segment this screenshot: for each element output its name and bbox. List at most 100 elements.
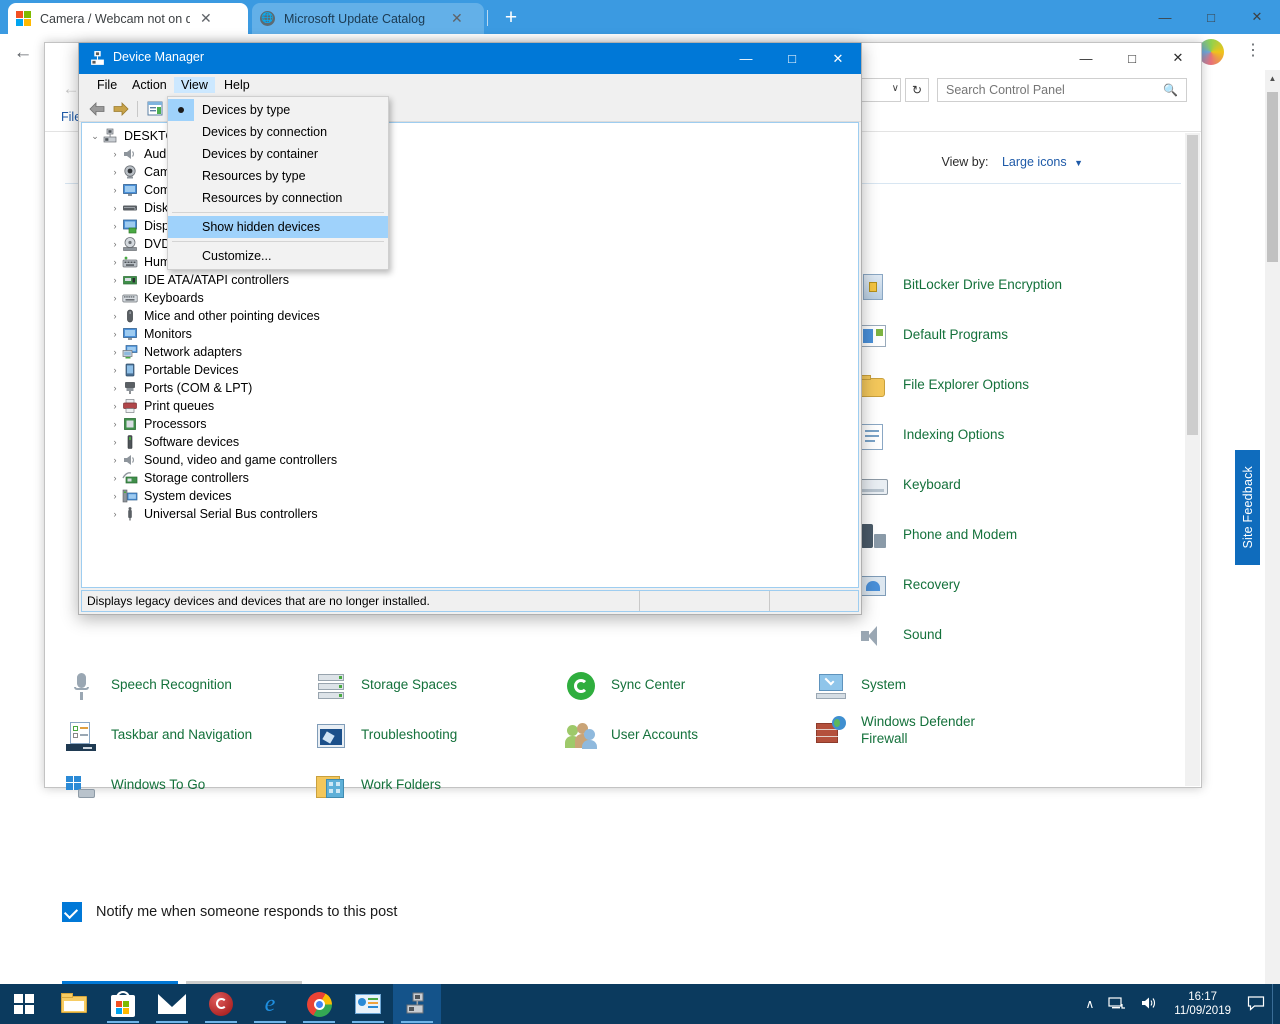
view-menu-item-devices-by-connection[interactable]: Devices by connection — [168, 121, 388, 143]
network-tray-icon[interactable] — [1108, 995, 1126, 1014]
scroll-up-icon[interactable]: ▲ — [1265, 70, 1280, 87]
scrollbar-thumb[interactable] — [1187, 135, 1198, 435]
chevron-right-icon[interactable]: › — [108, 203, 122, 213]
scrollbar-thumb[interactable] — [1267, 92, 1278, 262]
chevron-right-icon[interactable]: › — [108, 473, 122, 483]
browser-minimize-button[interactable]: — — [1142, 0, 1188, 34]
tree-item-cameras[interactable]: › Cam — [108, 163, 171, 181]
cp-item-work-folders[interactable]: Work Folders — [315, 770, 441, 802]
control-panel-scrollbar[interactable] — [1185, 133, 1200, 786]
cp-item-storage-spaces[interactable]: Storage Spaces — [315, 670, 457, 702]
view-menu-item-resources-by-connection[interactable]: Resources by connection — [168, 187, 388, 209]
dm-menu-view[interactable]: View — [174, 77, 215, 93]
cp-item-system[interactable]: System — [815, 670, 906, 702]
tab-close-icon[interactable]: ✕ — [451, 10, 463, 27]
chevron-right-icon[interactable]: › — [108, 347, 122, 357]
tree-item-network-adapters[interactable]: › Network adapters — [108, 343, 242, 361]
chevron-right-icon[interactable]: › — [108, 257, 122, 267]
cp-item-recovery[interactable]: Recovery — [857, 570, 960, 602]
new-tab-button[interactable]: + — [498, 6, 524, 32]
dm-close-button[interactable]: ✕ — [815, 43, 861, 74]
page-scrollbar[interactable]: ▲ — [1265, 70, 1280, 984]
tree-item-hid[interactable]: › Hum — [108, 253, 171, 271]
view-menu-item-resources-by-type[interactable]: Resources by type — [168, 165, 388, 187]
tree-item-disk-drives[interactable]: › Disk — [108, 199, 169, 217]
action-center-icon[interactable] — [1247, 995, 1265, 1014]
tree-item-software-devices[interactable]: › Software devices — [108, 433, 240, 451]
tray-chevron-up-icon[interactable]: ∧ — [1086, 997, 1095, 1011]
cp-maximize-button[interactable]: □ — [1109, 43, 1155, 73]
tree-item-computer[interactable]: › Com — [108, 181, 171, 199]
tree-item-system-devices[interactable]: › System devices — [108, 487, 232, 505]
tree-item-sound-video-game[interactable]: › Sound, video and game controllers — [108, 451, 338, 469]
tree-item-ports[interactable]: › Ports (COM & LPT) — [108, 379, 253, 397]
tree-item-dvd-cdrom[interactable]: › DVD — [108, 235, 171, 253]
tree-item-print-queues[interactable]: › Print queues — [108, 397, 215, 415]
cp-item-windows-to-go[interactable]: Windows To Go — [65, 770, 205, 802]
site-feedback-tab[interactable]: Site Feedback — [1235, 450, 1260, 565]
dm-menu-file[interactable]: File — [90, 77, 124, 93]
taskbar-control-panel[interactable] — [344, 984, 392, 1024]
browser-tab-1[interactable]: 🌐 Microsoft Update Catalog ✕ — [252, 3, 484, 34]
cp-minimize-button[interactable]: — — [1063, 43, 1109, 73]
tree-item-monitors[interactable]: › Monitors — [108, 325, 192, 343]
tree-item-desktop[interactable]: ⌄ DESKTO — [88, 127, 175, 145]
dm-maximize-button[interactable]: □ — [769, 43, 815, 74]
cp-item-taskbar-navigation[interactable]: Taskbar and Navigation — [65, 720, 252, 752]
dm-menu-action[interactable]: Action — [125, 77, 174, 93]
browser-maximize-button[interactable]: □ — [1188, 0, 1234, 34]
chevron-right-icon[interactable]: › — [108, 221, 122, 231]
cp-close-button[interactable]: ✕ — [1155, 43, 1201, 73]
browser-tab-0[interactable]: Camera / Webcam not on device ✕ — [8, 3, 248, 34]
chevron-right-icon[interactable]: › — [108, 383, 122, 393]
chevron-right-icon[interactable]: › — [108, 509, 122, 519]
tree-item-mice[interactable]: › Mice and other pointing devices — [108, 307, 320, 325]
taskbar-mail[interactable] — [148, 984, 196, 1024]
tree-item-portable-devices[interactable]: › Portable Devices — [108, 361, 239, 379]
volume-tray-icon[interactable] — [1140, 995, 1158, 1014]
dm-minimize-button[interactable]: — — [723, 43, 769, 74]
view-menu-item-devices-by-type[interactable]: Devices by type — [168, 99, 388, 121]
taskbar-device-manager[interactable] — [393, 984, 441, 1024]
tab-close-icon[interactable]: ✕ — [200, 10, 212, 27]
chevron-right-icon[interactable]: › — [108, 401, 122, 411]
notify-checkbox-row[interactable]: Notify me when someone responds to this … — [62, 902, 397, 922]
show-desktop-button[interactable] — [1272, 984, 1280, 1024]
device-manager-titlebar[interactable]: Device Manager — □ ✕ — [79, 43, 861, 74]
back-arrow-icon[interactable] — [87, 100, 107, 118]
tree-item-usb-controllers[interactable]: › Universal Serial Bus controllers — [108, 505, 318, 523]
cp-view-by[interactable]: View by: Large icons ▼ — [941, 155, 1083, 169]
notify-checkbox[interactable] — [62, 902, 82, 922]
chevron-down-icon[interactable]: ∨ — [892, 83, 899, 94]
cp-refresh-button[interactable]: ↻ — [905, 78, 929, 102]
chevron-right-icon[interactable]: › — [108, 491, 122, 501]
chevron-down-icon[interactable]: ▼ — [1074, 158, 1083, 168]
taskbar-file-explorer[interactable] — [50, 984, 98, 1024]
cp-item-sound[interactable]: Sound — [857, 620, 942, 652]
chevron-right-icon[interactable]: › — [108, 311, 122, 321]
tree-item-keyboards[interactable]: › Keyboards — [108, 289, 204, 307]
taskbar-google-chrome[interactable] — [295, 984, 343, 1024]
chevron-right-icon[interactable]: › — [108, 365, 122, 375]
tree-item-processors[interactable]: › Processors — [108, 415, 207, 433]
tree-item-storage-controllers[interactable]: › Storage controllers — [108, 469, 249, 487]
cp-item-indexing-options[interactable]: Indexing Options — [857, 420, 1004, 452]
cp-item-phone-and-modem[interactable]: Phone and Modem — [857, 520, 1017, 552]
chevron-right-icon[interactable]: › — [108, 185, 122, 195]
chevron-right-icon[interactable]: › — [108, 293, 122, 303]
tree-item-display-adapters[interactable]: › Disp — [108, 217, 169, 235]
taskbar-clock[interactable]: 16:17 11/09/2019 — [1174, 990, 1231, 1018]
cp-item-user-accounts[interactable]: User Accounts — [565, 720, 698, 752]
forward-arrow-icon[interactable] — [111, 100, 131, 118]
cp-view-by-value[interactable]: Large icons — [1002, 155, 1067, 169]
chevron-right-icon[interactable]: › — [108, 167, 122, 177]
chevron-right-icon[interactable]: › — [108, 329, 122, 339]
view-menu-item-customize[interactable]: Customize... — [168, 245, 388, 267]
browser-back-icon[interactable]: ← — [10, 40, 36, 66]
chevron-right-icon[interactable]: › — [108, 239, 122, 249]
cp-item-speech-recognition[interactable]: Speech Recognition — [65, 670, 232, 702]
chevron-right-icon[interactable]: › — [108, 149, 122, 159]
chevron-right-icon[interactable]: › — [108, 275, 122, 285]
cp-item-troubleshooting[interactable]: Troubleshooting — [315, 720, 457, 752]
chevron-down-icon[interactable]: ⌄ — [88, 131, 102, 142]
